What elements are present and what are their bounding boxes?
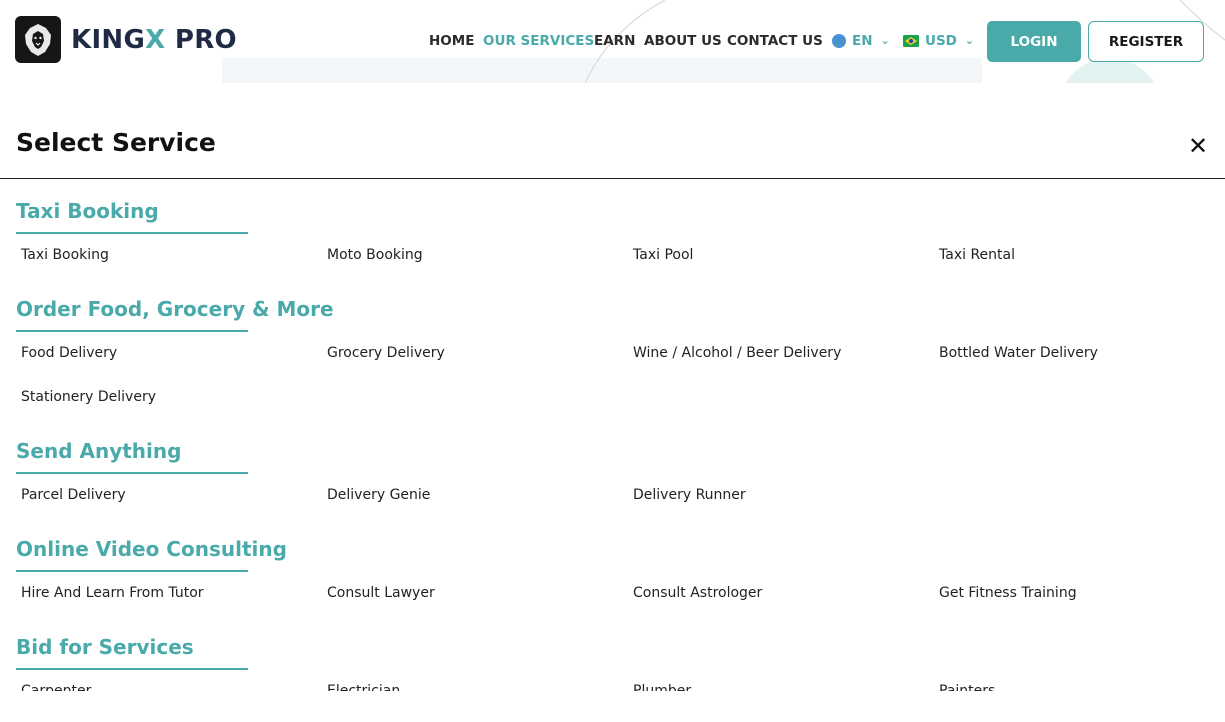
brand-name: KINGX PRO (71, 25, 237, 55)
site-header: KINGX PRO HOME OUR SERVICES EARN ABOUT U… (0, 0, 1225, 83)
section-underline (16, 570, 248, 572)
service-delivery-genie[interactable]: Delivery Genie (327, 486, 430, 504)
panel-title: Select Service (16, 128, 216, 157)
login-button[interactable]: LOGIN (987, 21, 1081, 62)
chevron-down-icon: ⌄ (880, 34, 890, 47)
service-section-taxi-booking: Taxi Booking Taxi Booking Moto Booking T… (0, 179, 1225, 277)
service-consult-astrologer[interactable]: Consult Astrologer (633, 584, 762, 602)
register-button[interactable]: REGISTER (1088, 21, 1204, 62)
section-title: Taxi Booking (16, 199, 159, 223)
currency-label: USD (925, 33, 957, 49)
section-title: Order Food, Grocery & More (16, 297, 334, 321)
service-grocery-delivery[interactable]: Grocery Delivery (327, 344, 445, 362)
service-fitness-training[interactable]: Get Fitness Training (939, 584, 1077, 602)
service-list: Taxi Booking Taxi Booking Moto Booking T… (0, 179, 1225, 691)
service-consult-lawyer[interactable]: Consult Lawyer (327, 584, 435, 602)
service-wine-alcohol-beer-delivery[interactable]: Wine / Alcohol / Beer Delivery (633, 344, 841, 362)
service-plumber[interactable]: Plumber (633, 682, 691, 691)
lion-logo-icon (15, 16, 61, 63)
section-title: Online Video Consulting (16, 537, 287, 561)
service-taxi-booking[interactable]: Taxi Booking (21, 246, 109, 264)
brand-name-part1: KING (71, 24, 146, 55)
service-food-delivery[interactable]: Food Delivery (21, 344, 117, 362)
section-underline (16, 668, 248, 670)
section-title: Bid for Services (16, 635, 194, 659)
language-label: EN (852, 33, 873, 49)
service-section-order-food: Order Food, Grocery & More Food Delivery… (0, 277, 1225, 419)
chevron-down-icon: ⌄ (964, 34, 975, 47)
brand-name-x: X (145, 24, 166, 55)
service-section-online-video-consulting: Online Video Consulting Hire And Learn F… (0, 517, 1225, 615)
service-painters[interactable]: Painters (939, 682, 995, 691)
service-parcel-delivery[interactable]: Parcel Delivery (21, 486, 126, 504)
section-underline (16, 472, 248, 474)
service-carpenter[interactable]: Carpenter (21, 682, 91, 691)
close-icon[interactable]: ✕ (1185, 133, 1211, 159)
service-hire-tutor[interactable]: Hire And Learn From Tutor (21, 584, 204, 602)
nav-our-services[interactable]: OUR SERVICES (483, 31, 594, 51)
nav-about-us[interactable]: ABOUT US (644, 31, 722, 51)
service-section-send-anything: Send Anything Parcel Delivery Delivery G… (0, 419, 1225, 517)
nav-contact-us[interactable]: CONTACT US (727, 31, 823, 51)
service-moto-booking[interactable]: Moto Booking (327, 246, 423, 264)
language-selector[interactable]: EN ⌄ (831, 31, 890, 51)
service-taxi-pool[interactable]: Taxi Pool (633, 246, 693, 264)
service-taxi-rental[interactable]: Taxi Rental (939, 246, 1015, 264)
currency-selector[interactable]: USD ⌄ (903, 31, 974, 51)
currency-flag-icon (903, 35, 919, 47)
service-bottled-water-delivery[interactable]: Bottled Water Delivery (939, 344, 1098, 362)
brand-logo[interactable]: KINGX PRO (15, 16, 237, 63)
service-stationery-delivery[interactable]: Stationery Delivery (21, 388, 156, 406)
globe-icon (832, 34, 846, 48)
service-section-bid-for-services: Bid for Services Carpenter Electrician P… (0, 615, 1225, 691)
section-underline (16, 232, 248, 234)
section-underline (16, 330, 248, 332)
nav-home[interactable]: HOME (429, 31, 474, 51)
section-title: Send Anything (16, 439, 182, 463)
service-electrician[interactable]: Electrician (327, 682, 400, 691)
service-delivery-runner[interactable]: Delivery Runner (633, 486, 746, 504)
brand-name-part2: PRO (165, 24, 237, 55)
nav-earn[interactable]: EARN (594, 31, 635, 51)
